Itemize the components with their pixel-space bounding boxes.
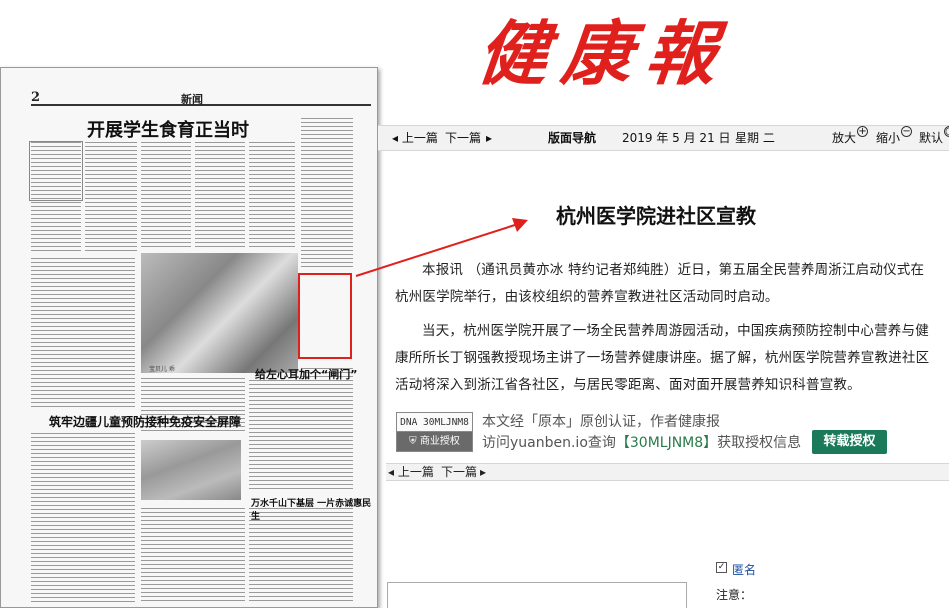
paper-text-column bbox=[141, 508, 245, 603]
paper-text-column bbox=[31, 433, 135, 603]
comment-input[interactable] bbox=[387, 582, 687, 608]
anonymous-label: 匿名 bbox=[732, 563, 757, 577]
page-header-bar: 2 新闻 bbox=[31, 90, 371, 106]
selected-article-hotspot[interactable] bbox=[298, 273, 352, 359]
prev-article-link[interactable]: ◂ 上一篇 bbox=[388, 464, 434, 480]
article-paragraph: 本报讯 （通讯员黄亦冰 特约记者郑纯胜）近日，第五届全民营养周浙江启动仪式在杭州… bbox=[395, 262, 925, 305]
next-article-link[interactable]: 下一篇 bbox=[441, 464, 477, 480]
copyright-query: 访问yuanben.io查询【30MLJNM8】获取授权信息 bbox=[482, 435, 802, 451]
reprint-license-button[interactable]: 转载授权 bbox=[812, 430, 887, 454]
issue-date: 2019 年 5 月 21 日 bbox=[622, 131, 731, 145]
paper-photo bbox=[141, 253, 298, 373]
paper-boxed-section bbox=[29, 141, 83, 201]
paper-text-column bbox=[301, 118, 353, 268]
shield-icon: ⛨ bbox=[409, 436, 417, 447]
prev-article-link[interactable]: ◂ 上一篇 bbox=[392, 126, 438, 150]
paper-headline-side[interactable]: 给左心耳加个“闸门” bbox=[255, 366, 357, 382]
next-article-link[interactable]: 下一篇 bbox=[445, 126, 481, 150]
bottom-nav-bar: ◂ 上一篇 下一篇 ▸ bbox=[386, 463, 949, 481]
next-arrow-icon: ▸ bbox=[480, 465, 487, 479]
page-number: 2 bbox=[31, 90, 41, 105]
paper-text-column bbox=[249, 380, 353, 490]
commercial-license-badge: ⛨ 商业授权 bbox=[397, 432, 472, 451]
default-size-button[interactable]: 默认○ bbox=[919, 126, 949, 150]
auth-code: 【30MLJNM8】 bbox=[615, 435, 718, 451]
article-title: 杭州医学院进社区宣教 bbox=[556, 204, 756, 228]
paper-text-column bbox=[141, 142, 191, 250]
zoom-out-button[interactable]: 缩小 − bbox=[876, 126, 913, 150]
masthead-logo: 健康報 bbox=[473, 12, 735, 95]
paper-text-column bbox=[195, 142, 245, 250]
page-nav-bar: ◂ 上一篇 下一篇 ▸ 版面导航 2019 年 5 月 21 日 星期 二 放大… bbox=[378, 125, 949, 151]
zoom-in-button[interactable]: 放大 + bbox=[832, 126, 869, 150]
anonymous-checkbox[interactable]: ✓ bbox=[716, 562, 727, 573]
paper-text-column bbox=[249, 508, 353, 603]
dna-certificate-badge[interactable]: DNA 30MLJNM8 ⛨ 商业授权 bbox=[396, 412, 473, 452]
copyright-notice: 本文经「原本」原创认证，作者健康报 bbox=[482, 414, 720, 430]
dna-code: DNA 30MLJNM8 bbox=[397, 413, 472, 432]
next-arrow-icon: ▸ bbox=[486, 131, 493, 145]
paper-headline-main[interactable]: 开展学生食育正当时 bbox=[87, 116, 249, 142]
minus-icon: − bbox=[901, 126, 913, 137]
article-paragraph: 当天，杭州医学院开展了一场全民营养周游园活动，中国疾病预防控制中心营养与健康所所… bbox=[395, 323, 930, 393]
paper-text-column bbox=[249, 142, 295, 250]
paper-headline-bottom[interactable]: 万水千山下基层 一片赤诚惠民生 bbox=[251, 496, 377, 522]
default-icon: ○ bbox=[944, 126, 949, 137]
page-section-name: 新闻 bbox=[181, 93, 203, 106]
yuanben-link[interactable]: 访问yuanben.io查询 bbox=[482, 435, 616, 451]
plus-icon: + bbox=[857, 126, 869, 137]
paper-text-column bbox=[85, 142, 137, 252]
paper-headline-secondary[interactable]: 筑牢边疆儿童预防接种免疫安全屏障 bbox=[49, 413, 241, 430]
page-guide-link[interactable]: 版面导航 bbox=[548, 126, 596, 150]
paper-photo bbox=[141, 440, 241, 500]
notice-label: 注意： bbox=[716, 588, 753, 602]
issue-weekday: 星期 二 bbox=[735, 131, 775, 145]
paper-photo-caption: 宝贝儿 乖 bbox=[149, 366, 175, 373]
paper-text-column bbox=[31, 258, 135, 408]
